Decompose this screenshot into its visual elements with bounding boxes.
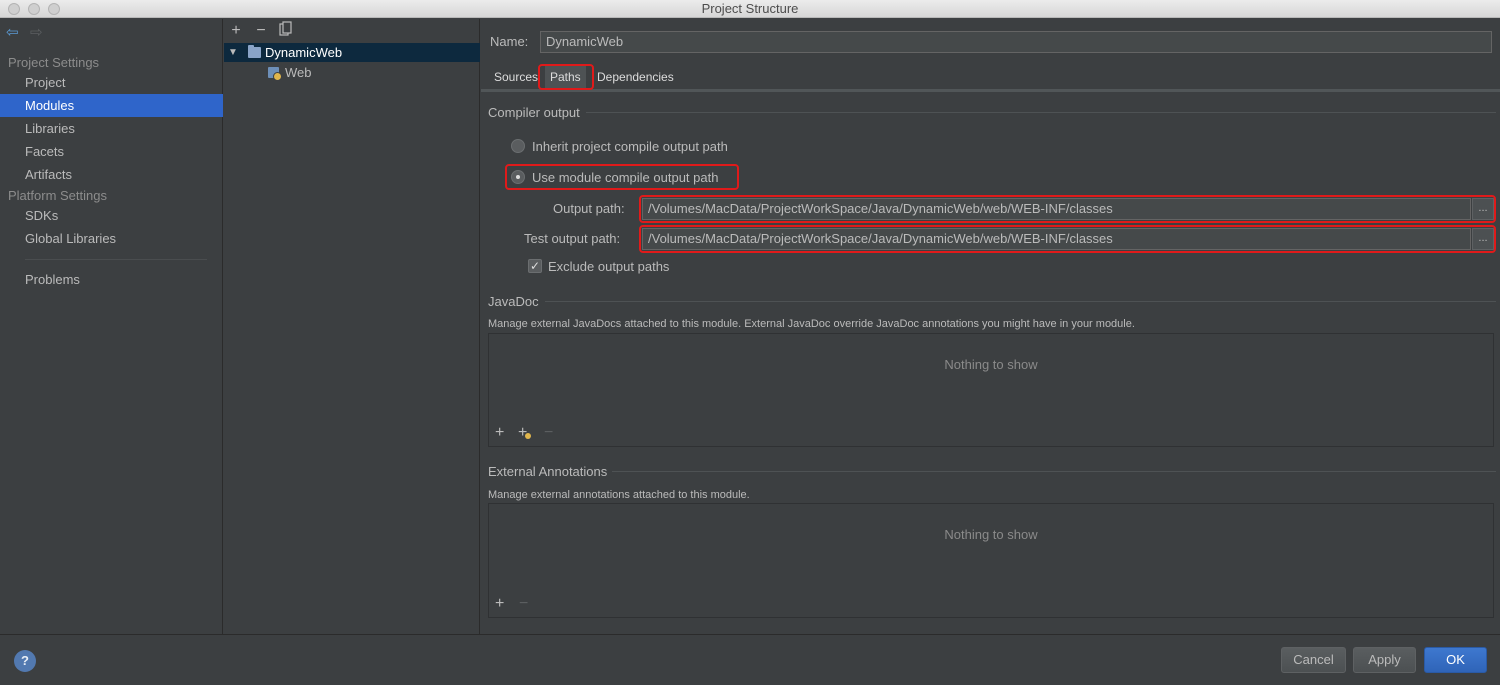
module-settings-panel: Name: DynamicWeb Sources Paths Dependenc… xyxy=(481,19,1500,634)
inherit-output-radio[interactable] xyxy=(511,139,525,153)
nav-item-project[interactable]: Project xyxy=(0,71,223,94)
remove-module-button[interactable]: − xyxy=(252,21,270,41)
test-output-path-label: Test output path: xyxy=(524,231,621,246)
javadoc-list[interactable]: Nothing to show + + − xyxy=(488,333,1494,447)
tab-dependencies[interactable]: Dependencies xyxy=(592,65,679,89)
javadoc-remove-button[interactable]: − xyxy=(544,424,553,442)
external-annotations-title: External Annotations xyxy=(488,464,608,479)
project-settings-header: Project Settings xyxy=(8,55,100,70)
external-annotations-remove-button[interactable]: − xyxy=(519,595,528,613)
exclude-output-paths-label: Exclude output paths xyxy=(548,259,670,274)
nav-item-sdks[interactable]: SDKs xyxy=(0,204,223,227)
javadoc-title: JavaDoc xyxy=(488,294,539,309)
expand-triangle-icon[interactable]: ▼ xyxy=(228,43,238,62)
window-title: Project Structure xyxy=(701,1,799,16)
tab-paths[interactable]: Paths xyxy=(545,65,586,89)
add-module-button[interactable]: + xyxy=(227,21,245,41)
javadoc-add-button[interactable]: + xyxy=(495,424,504,442)
output-path-label: Output path: xyxy=(553,201,625,216)
nav-item-global-libraries[interactable]: Global Libraries xyxy=(0,227,223,250)
dialog-footer: ? Cancel Apply OK xyxy=(0,634,1500,685)
external-annotations-list[interactable]: Nothing to show + − xyxy=(488,503,1494,618)
exclude-output-paths-checkbox[interactable]: ✓ xyxy=(528,259,542,273)
copy-icon[interactable] xyxy=(277,21,295,41)
apply-button[interactable]: Apply xyxy=(1353,647,1416,673)
cancel-button[interactable]: Cancel xyxy=(1281,647,1346,673)
back-arrow-icon[interactable]: ⇦ xyxy=(6,25,19,41)
tree-item-label: DynamicWeb xyxy=(265,45,343,60)
nav-divider xyxy=(25,259,207,260)
tree-item-label: Web xyxy=(285,65,312,80)
inherit-output-label: Inherit project compile output path xyxy=(532,139,728,154)
test-output-path-browse-button[interactable]: ... xyxy=(1472,228,1494,250)
javadoc-empty-text: Nothing to show xyxy=(944,357,1038,372)
nav-item-libraries[interactable]: Libraries xyxy=(0,117,223,140)
test-output-path-field[interactable]: /Volumes/MacData/ProjectWorkSpace/Java/D… xyxy=(642,228,1471,250)
external-annotations-add-button[interactable]: + xyxy=(495,595,504,613)
output-path-browse-button[interactable]: ... xyxy=(1472,198,1494,220)
name-label: Name: xyxy=(490,34,529,49)
use-module-output-radio[interactable] xyxy=(511,170,525,184)
javadoc-description: Manage external JavaDocs attached to thi… xyxy=(488,318,1135,330)
project-structure-window: Project Structure ⇦ ⇨ Project Settings P… xyxy=(0,0,1500,685)
output-path-field[interactable]: /Volumes/MacData/ProjectWorkSpace/Java/D… xyxy=(642,198,1471,220)
forward-arrow-icon[interactable]: ⇨ xyxy=(30,25,43,41)
settings-nav: ⇦ ⇨ Project Settings Project Modules Lib… xyxy=(0,19,223,634)
module-tree-panel: + − ▼ DynamicWeb Web xyxy=(224,19,480,634)
ok-button[interactable]: OK xyxy=(1424,647,1487,673)
external-annotations-empty-text: Nothing to show xyxy=(944,527,1038,542)
nav-item-problems[interactable]: Problems xyxy=(0,268,223,291)
nav-item-facets[interactable]: Facets xyxy=(0,140,223,163)
platform-settings-header: Platform Settings xyxy=(8,188,107,203)
nav-item-artifacts[interactable]: Artifacts xyxy=(0,163,223,186)
compiler-output-title: Compiler output xyxy=(488,105,580,120)
tab-underline xyxy=(481,89,1500,92)
globe-icon xyxy=(525,433,531,439)
nav-item-modules[interactable]: Modules xyxy=(0,94,223,117)
module-folder-icon xyxy=(248,45,261,58)
title-bar: Project Structure xyxy=(0,0,1500,18)
section-separator xyxy=(586,112,1496,113)
web-facet-icon xyxy=(268,67,282,81)
tree-item-web[interactable]: Web xyxy=(224,63,480,82)
module-name-field[interactable]: DynamicWeb xyxy=(540,31,1492,53)
tree-toolbar: + − xyxy=(224,19,480,43)
section-separator xyxy=(545,301,1496,302)
external-annotations-description: Manage external annotations attached to … xyxy=(488,489,750,501)
tree-item-dynamicweb[interactable]: ▼ DynamicWeb xyxy=(224,43,480,62)
javadoc-add-url-button[interactable]: + xyxy=(518,424,531,442)
tab-sources[interactable]: Sources xyxy=(489,65,543,89)
help-icon[interactable]: ? xyxy=(14,650,36,672)
section-separator xyxy=(612,471,1496,472)
use-module-output-label: Use module compile output path xyxy=(532,170,719,185)
